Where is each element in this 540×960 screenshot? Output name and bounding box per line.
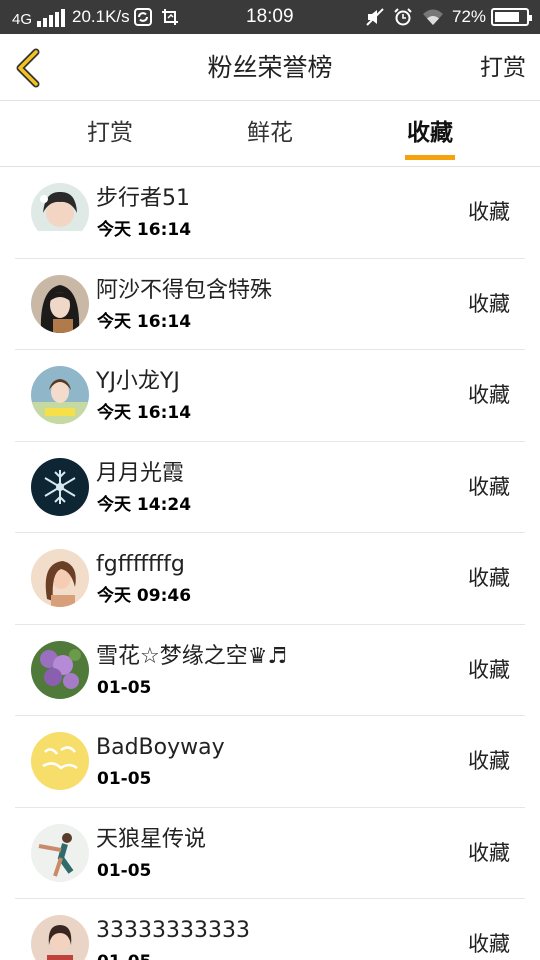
tab-active-indicator: [405, 155, 455, 160]
fan-name: 阿沙不得包含特殊: [96, 277, 273, 303]
sync-icon: [134, 8, 152, 26]
fan-time: 01-05: [97, 677, 152, 698]
fan-time: 今天 09:46: [97, 586, 192, 606]
avatar: [31, 366, 89, 424]
tab-favorites[interactable]: 收藏: [380, 101, 480, 167]
status-bar: 4G 20.1K/s 18:09 72%: [0, 0, 540, 34]
fan-name: 天狼星传说: [96, 826, 207, 852]
alarm-icon: [394, 8, 412, 26]
network-speed: 20.1K/s: [72, 7, 130, 26]
tab-label: 打赏: [87, 120, 133, 146]
fan-time: 01-05: [97, 769, 152, 789]
reward-link[interactable]: 打赏: [480, 53, 526, 83]
list-item[interactable]: 天狼星传说 01-05 收藏: [0, 808, 540, 899]
fan-time: 今天 14:24: [97, 494, 192, 515]
fan-name: 33333333333: [96, 918, 250, 943]
page-title: 粉丝荣誉榜: [207, 53, 333, 82]
avatar: [31, 457, 89, 516]
title-bar: 粉丝荣誉榜 打赏: [0, 34, 540, 101]
list-item[interactable]: 步行者51 今天 16:14 收藏: [0, 167, 540, 259]
fan-time: 今天 16:14: [97, 311, 192, 332]
list-item[interactable]: BadBoyway 01-05 收藏: [0, 716, 540, 808]
favorite-label[interactable]: 收藏: [468, 839, 510, 867]
favorite-label[interactable]: 收藏: [468, 747, 510, 775]
battery-percent: 72%: [452, 7, 487, 26]
fan-time: 01-05: [97, 860, 152, 881]
list-item[interactable]: YJ小龙YJ 今天 16:14 收藏: [0, 350, 540, 442]
avatar: [31, 549, 89, 607]
fan-time: 今天 16:14: [97, 220, 192, 240]
network-type: 4G: [12, 11, 33, 28]
fan-time: 今天 16:14: [97, 403, 192, 423]
signal-icon: [37, 9, 65, 27]
favorite-label[interactable]: 收藏: [468, 930, 510, 958]
favorite-label[interactable]: 收藏: [468, 198, 510, 226]
fan-name: YJ小龙YJ: [96, 369, 180, 394]
favorite-label[interactable]: 收藏: [468, 564, 510, 592]
list-item[interactable]: fgfffffffg 今天 09:46 收藏: [0, 533, 540, 625]
list-item[interactable]: 月月光霞 今天 14:24 收藏: [0, 442, 540, 533]
list-item[interactable]: 阿沙不得包含特殊 今天 16:14 收藏: [0, 259, 540, 350]
fan-name: 步行者51: [96, 186, 190, 211]
fan-name: fgfffffffg: [96, 552, 185, 577]
avatar: [31, 640, 89, 699]
avatar: [31, 274, 89, 333]
favorite-label[interactable]: 收藏: [468, 290, 510, 318]
tab-bar: 打赏 鲜花 收藏: [0, 101, 540, 167]
favorite-label[interactable]: 收藏: [468, 656, 510, 684]
fan-time: 01-05: [97, 951, 151, 960]
status-time: 18:09: [246, 6, 294, 27]
list-item[interactable]: 33333333333 01-05 收藏: [0, 899, 540, 960]
avatar: [31, 732, 89, 790]
fan-name: 月月光霞: [96, 460, 185, 486]
tab-reward[interactable]: 打赏: [60, 101, 160, 167]
avatar: [31, 183, 89, 241]
tab-flowers[interactable]: 鲜花: [220, 101, 320, 167]
tab-label: 鲜花: [247, 120, 293, 146]
favorite-label[interactable]: 收藏: [468, 381, 510, 409]
screen: 4G 20.1K/s 18:09 72% 粉丝荣誉榜 打赏 打赏 鲜花 收藏 步…: [0, 0, 540, 960]
battery-icon: [491, 8, 532, 26]
avatar: [31, 915, 89, 960]
favorite-label[interactable]: 收藏: [468, 473, 510, 501]
fan-name: 雪花☆梦缘之空♛♬: [96, 643, 288, 669]
avatar: [31, 823, 89, 882]
list-item[interactable]: 雪花☆梦缘之空♛♬ 01-05 收藏: [0, 625, 540, 716]
screenshot-icon: [162, 9, 178, 25]
fan-list: 步行者51 今天 16:14 收藏 阿沙不得包含特殊 今天 16:14 收藏 Y…: [0, 167, 540, 960]
mute-icon: [366, 8, 384, 26]
wifi-icon: [423, 9, 443, 25]
tab-label: 收藏: [407, 120, 453, 146]
fan-name: BadBoyway: [96, 735, 225, 760]
